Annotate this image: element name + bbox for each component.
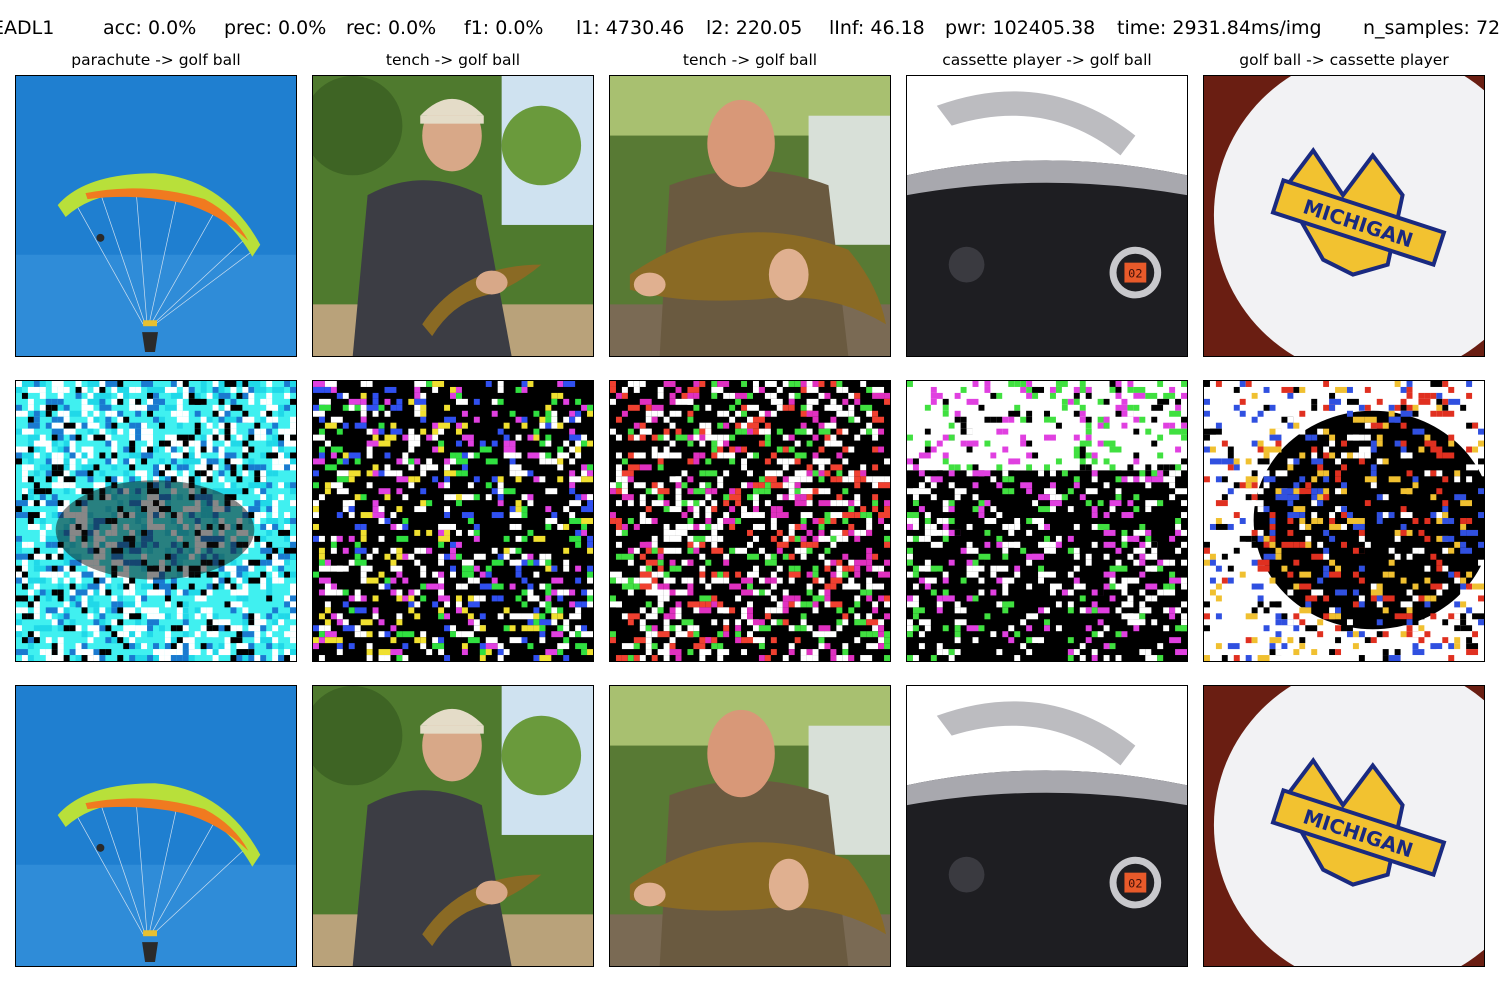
recall-metric: rec: 0.0% <box>346 17 437 39</box>
adversarial-image-parachute <box>15 685 297 967</box>
column-title-2: tench -> golf ball <box>385 51 521 69</box>
column-title-5: golf ball -> cassette player <box>1239 51 1449 69</box>
column-title-1: parachute -> golf ball <box>71 51 241 69</box>
adversarial-image-golf-ball: MICHIGAN <box>1203 685 1485 967</box>
original-image-cassette-player: 02 <box>906 75 1188 357</box>
adversarial-image-tench-man <box>609 685 891 967</box>
column-title-3: tench -> golf ball <box>682 51 818 69</box>
original-image-tench-woman <box>312 75 594 357</box>
time-metric: time: 2931.84ms/img <box>1117 17 1322 39</box>
perturbation-tench-woman <box>312 380 594 662</box>
perturbation-parachute <box>15 380 297 662</box>
power-metric: pwr: 102405.38 <box>945 17 1096 39</box>
precision-metric: prec: 0.0% <box>224 17 327 39</box>
l2-metric: l2: 220.05 <box>706 17 803 39</box>
method-name: EADL1 <box>0 17 55 39</box>
l1-metric: l1: 4730.46 <box>576 17 685 39</box>
perturbation-golf-ball <box>1203 380 1485 662</box>
original-image-tench-man <box>609 75 891 357</box>
parachute-picture <box>16 76 296 356</box>
golf-ball-picture: MICHIGAN <box>1204 76 1484 356</box>
adversarial-image-tench-woman <box>312 685 594 967</box>
samples-metric: n_samples: 72 <box>1363 17 1500 39</box>
f1-metric: f1: 0.0% <box>464 17 544 39</box>
perturbation-cassette-player <box>906 380 1188 662</box>
original-image-parachute <box>15 75 297 357</box>
column-title-4: cassette player -> golf ball <box>942 51 1152 69</box>
adversarial-image-cassette-player: 02 <box>906 685 1188 967</box>
svg-text:02: 02 <box>1128 877 1142 891</box>
tench-man-picture <box>610 76 890 356</box>
svg-text:02: 02 <box>1128 267 1142 281</box>
original-image-golf-ball: MICHIGAN <box>1203 75 1485 357</box>
metrics-header: EADL1 acc: 0.0% prec: 0.0% rec: 0.0% f1:… <box>0 14 1500 44</box>
linf-metric: lInf: 46.18 <box>829 17 925 39</box>
cassette-player-picture: 02 <box>907 76 1187 356</box>
accuracy-metric: acc: 0.0% <box>103 17 197 39</box>
perturbation-tench-man <box>609 380 891 662</box>
tench-woman-picture <box>313 76 593 356</box>
